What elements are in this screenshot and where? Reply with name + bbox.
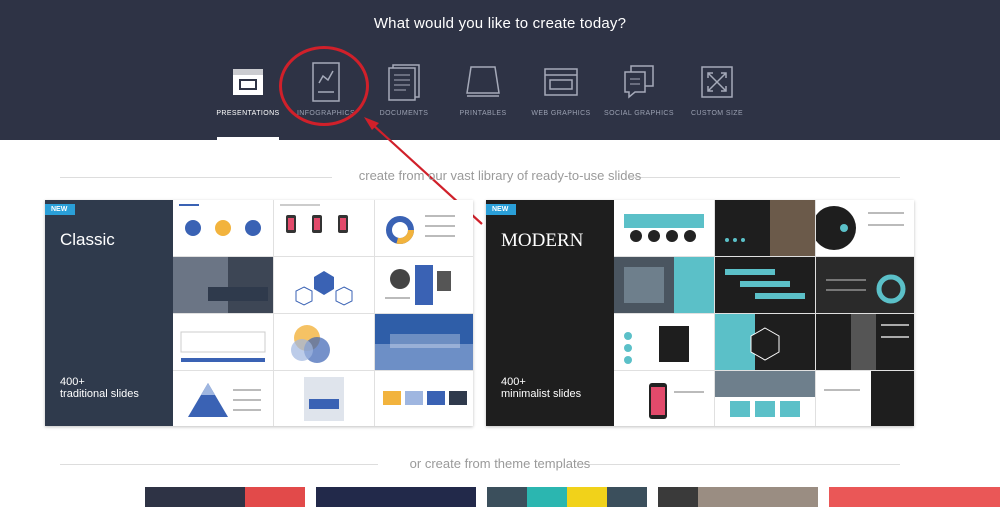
slide-thumbnail xyxy=(375,314,473,370)
classic-title: Classic xyxy=(60,230,115,249)
slide-thumbnail xyxy=(816,200,914,256)
slide-thumbnail xyxy=(173,371,273,426)
theme-accent xyxy=(527,487,567,507)
theme-template-card[interactable] xyxy=(316,487,476,507)
modern-count-number: 400+ xyxy=(501,376,526,388)
new-badge: NEW xyxy=(45,204,76,215)
themes-heading: or create from theme templates xyxy=(409,456,591,471)
slide-thumbnail xyxy=(614,257,714,313)
theme-template-card[interactable] xyxy=(829,487,1000,507)
slide-thumbnail xyxy=(375,257,473,313)
theme-template-card[interactable] xyxy=(487,487,647,507)
new-badge: NEW xyxy=(486,204,517,215)
slide-thumbnail xyxy=(274,257,374,313)
slide-thumbnail xyxy=(173,314,273,370)
slide-thumbnail xyxy=(614,314,714,370)
modern-title: MODERN xyxy=(501,230,584,251)
slide-thumbnail xyxy=(816,257,914,313)
classic-count-number: 400+ xyxy=(60,376,85,388)
classic-count-label: traditional slides xyxy=(60,388,139,400)
slide-thumbnail xyxy=(375,371,473,426)
modern-panel: NEW MODERN 400+ minimalist slides xyxy=(486,200,614,426)
slide-thumbnail xyxy=(715,371,815,426)
theme-accent xyxy=(245,487,305,507)
slide-thumbnail xyxy=(274,371,374,426)
theme-accent xyxy=(698,487,818,507)
slide-thumbnail xyxy=(614,200,714,256)
classic-template-card[interactable]: NEW Classic 400+ traditional slides xyxy=(45,200,473,426)
classic-thumbnails xyxy=(173,200,473,426)
slide-thumbnail xyxy=(173,257,273,313)
slide-thumbnail xyxy=(715,314,815,370)
slide-thumbnail xyxy=(274,314,374,370)
slide-thumbnail xyxy=(715,200,815,256)
library-heading: create from our vast library of ready-to… xyxy=(358,168,642,183)
modern-thumbnails xyxy=(614,200,914,426)
slide-thumbnail xyxy=(816,314,914,370)
modern-count: 400+ minimalist slides xyxy=(501,376,581,400)
classic-panel: NEW Classic 400+ traditional slides xyxy=(45,200,173,426)
slide-thumbnail xyxy=(375,200,473,256)
classic-count: 400+ traditional slides xyxy=(60,376,139,400)
modern-template-card[interactable]: NEW MODERN 400+ minimalist slides xyxy=(486,200,914,426)
theme-template-card[interactable] xyxy=(658,487,818,507)
slide-thumbnail xyxy=(816,371,914,426)
theme-template-card[interactable] xyxy=(145,487,305,507)
slide-thumbnail xyxy=(173,200,273,256)
slide-thumbnail xyxy=(715,257,815,313)
slide-thumbnail xyxy=(274,200,374,256)
modern-count-label: minimalist slides xyxy=(501,388,582,400)
slide-thumbnail xyxy=(614,371,714,426)
